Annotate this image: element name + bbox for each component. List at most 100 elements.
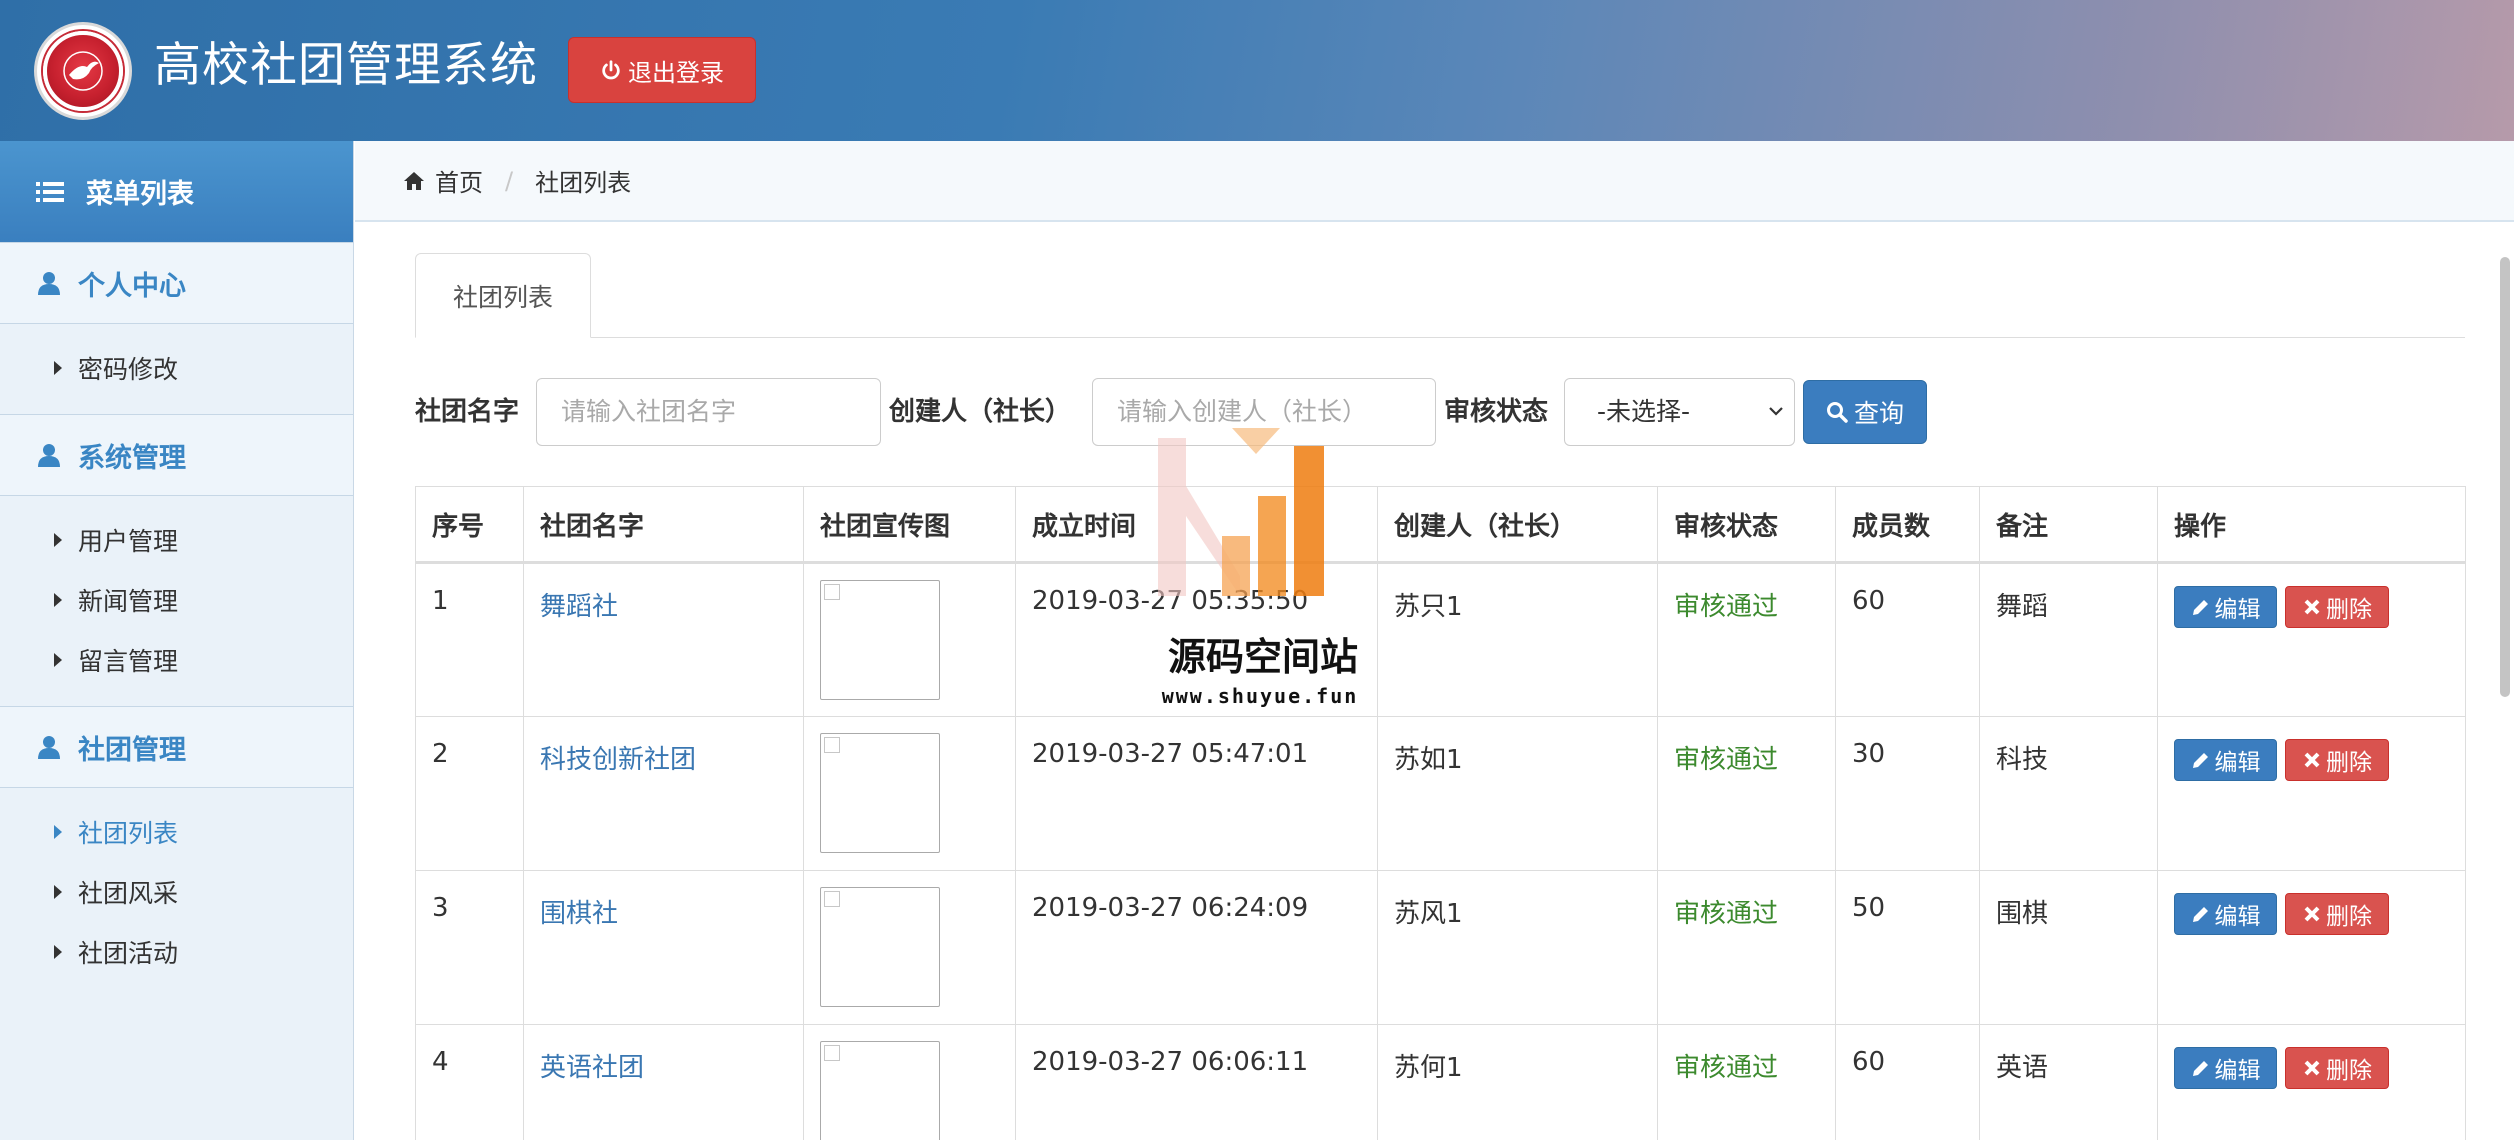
cell-poster <box>803 1024 1016 1140</box>
power-icon <box>602 60 620 80</box>
cell-actions: 编辑 删除 <box>2157 716 2466 871</box>
tab-club-list[interactable]: 社团列表 <box>415 253 591 338</box>
delete-button-label: 删除 <box>2326 904 2372 930</box>
edit-button[interactable]: 编辑 <box>2174 739 2277 781</box>
watermark-title: 源码空间站 <box>1167 635 1358 679</box>
broken-image-icon <box>820 887 940 1007</box>
pencil-icon <box>2192 1061 2208 1076</box>
cell-status: 审核通过 <box>1657 716 1836 871</box>
edit-button-label: 编辑 <box>2214 597 2261 623</box>
table-row: 3 围棋社 2019-03-27 06:24:09 苏风1 审核通过 50 围棋… <box>415 870 2466 1025</box>
sidebar-group-club[interactable]: 社团管理 <box>0 706 353 788</box>
cell-time: 2019-03-27 06:06:11 <box>1015 1024 1378 1140</box>
creator-label: 创建人（社长） <box>889 397 1072 427</box>
delete-button-label: 删除 <box>2326 750 2372 776</box>
cell-status: 审核通过 <box>1657 870 1836 1025</box>
column-header: 审核状态 <box>1657 486 1836 564</box>
sidebar-item-news[interactable]: 新闻管理 <box>0 570 353 630</box>
broken-image-icon <box>820 580 940 700</box>
cell-poster <box>803 562 1016 717</box>
delete-button-label: 删除 <box>2326 597 2372 623</box>
cell-poster <box>803 870 1016 1025</box>
column-header: 创建人（社长） <box>1377 486 1658 564</box>
sidebar-group-label: 系统管理 <box>78 442 186 474</box>
sidebar-item-label: 留言管理 <box>78 647 179 676</box>
edit-button[interactable]: 编辑 <box>2174 1047 2277 1089</box>
breadcrumb: 首页 / 社团列表 <box>355 141 2514 222</box>
table-row: 2 科技创新社团 2019-03-27 05:47:01 苏如1 审核通过 30… <box>415 716 2466 871</box>
delete-button[interactable]: 删除 <box>2285 586 2389 628</box>
column-header: 社团宣传图 <box>803 486 1016 564</box>
sidebar-group-system[interactable]: 系统管理 <box>0 414 353 496</box>
caret-right-icon <box>54 593 62 607</box>
watermark-logo-icon <box>1158 428 1324 596</box>
cell-actions: 编辑 删除 <box>2157 1024 2466 1140</box>
sidebar-item-password[interactable]: 密码修改 <box>0 338 353 398</box>
cell-time: 2019-03-27 05:47:01 <box>1015 716 1378 871</box>
app-title: 高校社团管理系统 <box>154 38 538 93</box>
cell-status: 审核通过 <box>1657 562 1836 717</box>
club-name-link[interactable]: 舞蹈社 <box>523 562 804 717</box>
cell-actions: 编辑 删除 <box>2157 870 2466 1025</box>
status-select[interactable]: -未选择- <box>1564 378 1795 446</box>
table-row: 1 舞蹈社 2019-03-27 05:35:50 苏只1 审核通过 60 舞蹈… <box>415 562 2466 717</box>
sidebar-item-club-activity[interactable]: 社团活动 <box>0 922 353 982</box>
sidebar-item-label: 密码修改 <box>78 355 179 384</box>
sidebar-item-label: 社团活动 <box>78 939 179 968</box>
query-button[interactable]: 查询 <box>1803 380 1927 444</box>
sidebar-item-messages[interactable]: 留言管理 <box>0 630 353 690</box>
sidebar-group-personal[interactable]: 个人中心 <box>0 242 353 324</box>
delete-button-label: 删除 <box>2326 1058 2372 1084</box>
page-scrollbar[interactable] <box>2500 257 2510 697</box>
cell-time: 2019-03-27 06:24:09 <box>1015 870 1378 1025</box>
watermark-url: www.shuyue.fun <box>1161 684 1359 708</box>
club-name-link[interactable]: 英语社团 <box>523 1024 804 1140</box>
cell-note: 舞蹈 <box>1979 562 2158 717</box>
caret-right-icon <box>54 885 62 899</box>
delete-button[interactable]: 删除 <box>2285 739 2389 781</box>
user-icon <box>38 444 60 467</box>
pencil-icon <box>2192 600 2208 615</box>
cell-no: 4 <box>415 1024 524 1140</box>
status-label: 审核状态 <box>1444 397 1549 427</box>
sidebar-item-label: 社团风采 <box>78 879 179 908</box>
broken-image-icon <box>820 733 940 853</box>
club-name-link[interactable]: 围棋社 <box>523 870 804 1025</box>
club-name-input[interactable]: 请输入社团名字 <box>536 378 881 446</box>
list-icon <box>36 181 64 202</box>
cell-creator: 苏风1 <box>1377 870 1658 1025</box>
club-name-link[interactable]: 科技创新社团 <box>523 716 804 871</box>
cell-members: 30 <box>1835 716 1980 871</box>
edit-button-label: 编辑 <box>2214 750 2261 776</box>
cell-members: 60 <box>1835 562 1980 717</box>
club-table: 序号 社团名字 社团宣传图 成立时间 创建人（社长） 审核状态 成员数 备注 操… <box>415 486 2466 1140</box>
cell-note: 科技 <box>1979 716 2158 871</box>
cell-no: 2 <box>415 716 524 871</box>
cell-creator: 苏只1 <box>1377 562 1658 717</box>
edit-button[interactable]: 编辑 <box>2174 893 2277 935</box>
sidebar-group-label: 个人中心 <box>78 270 186 302</box>
column-header: 操作 <box>2157 486 2466 564</box>
delete-button[interactable]: 删除 <box>2285 893 2389 935</box>
breadcrumb-current: 社团列表 <box>535 169 632 197</box>
edit-button[interactable]: 编辑 <box>2174 586 2277 628</box>
sidebar-item-users[interactable]: 用户管理 <box>0 510 353 570</box>
cell-actions: 编辑 删除 <box>2157 562 2466 717</box>
logout-button[interactable]: 退出登录 <box>568 37 756 103</box>
logout-label: 退出登录 <box>628 58 724 87</box>
sidebar-item-club-style[interactable]: 社团风采 <box>0 862 353 922</box>
breadcrumb-home[interactable]: 首页 <box>435 163 483 198</box>
sidebar-item-label: 社团列表 <box>78 819 179 848</box>
broken-image-icon <box>820 1041 940 1140</box>
cell-poster <box>803 716 1016 871</box>
sidebar-group-label: 社团管理 <box>78 734 186 766</box>
delete-button[interactable]: 删除 <box>2285 1047 2389 1089</box>
sidebar-item-club-list[interactable]: 社团列表 <box>0 802 353 862</box>
table-row: 4 英语社团 2019-03-27 06:06:11 苏何1 审核通过 60 英… <box>415 1024 2466 1140</box>
tab-bar: 社团列表 <box>415 253 2465 338</box>
cell-status: 审核通过 <box>1657 1024 1836 1140</box>
user-icon <box>38 272 60 295</box>
cell-creator: 苏如1 <box>1377 716 1658 871</box>
close-icon <box>2304 752 2320 768</box>
breadcrumb-separator: / <box>505 166 514 195</box>
